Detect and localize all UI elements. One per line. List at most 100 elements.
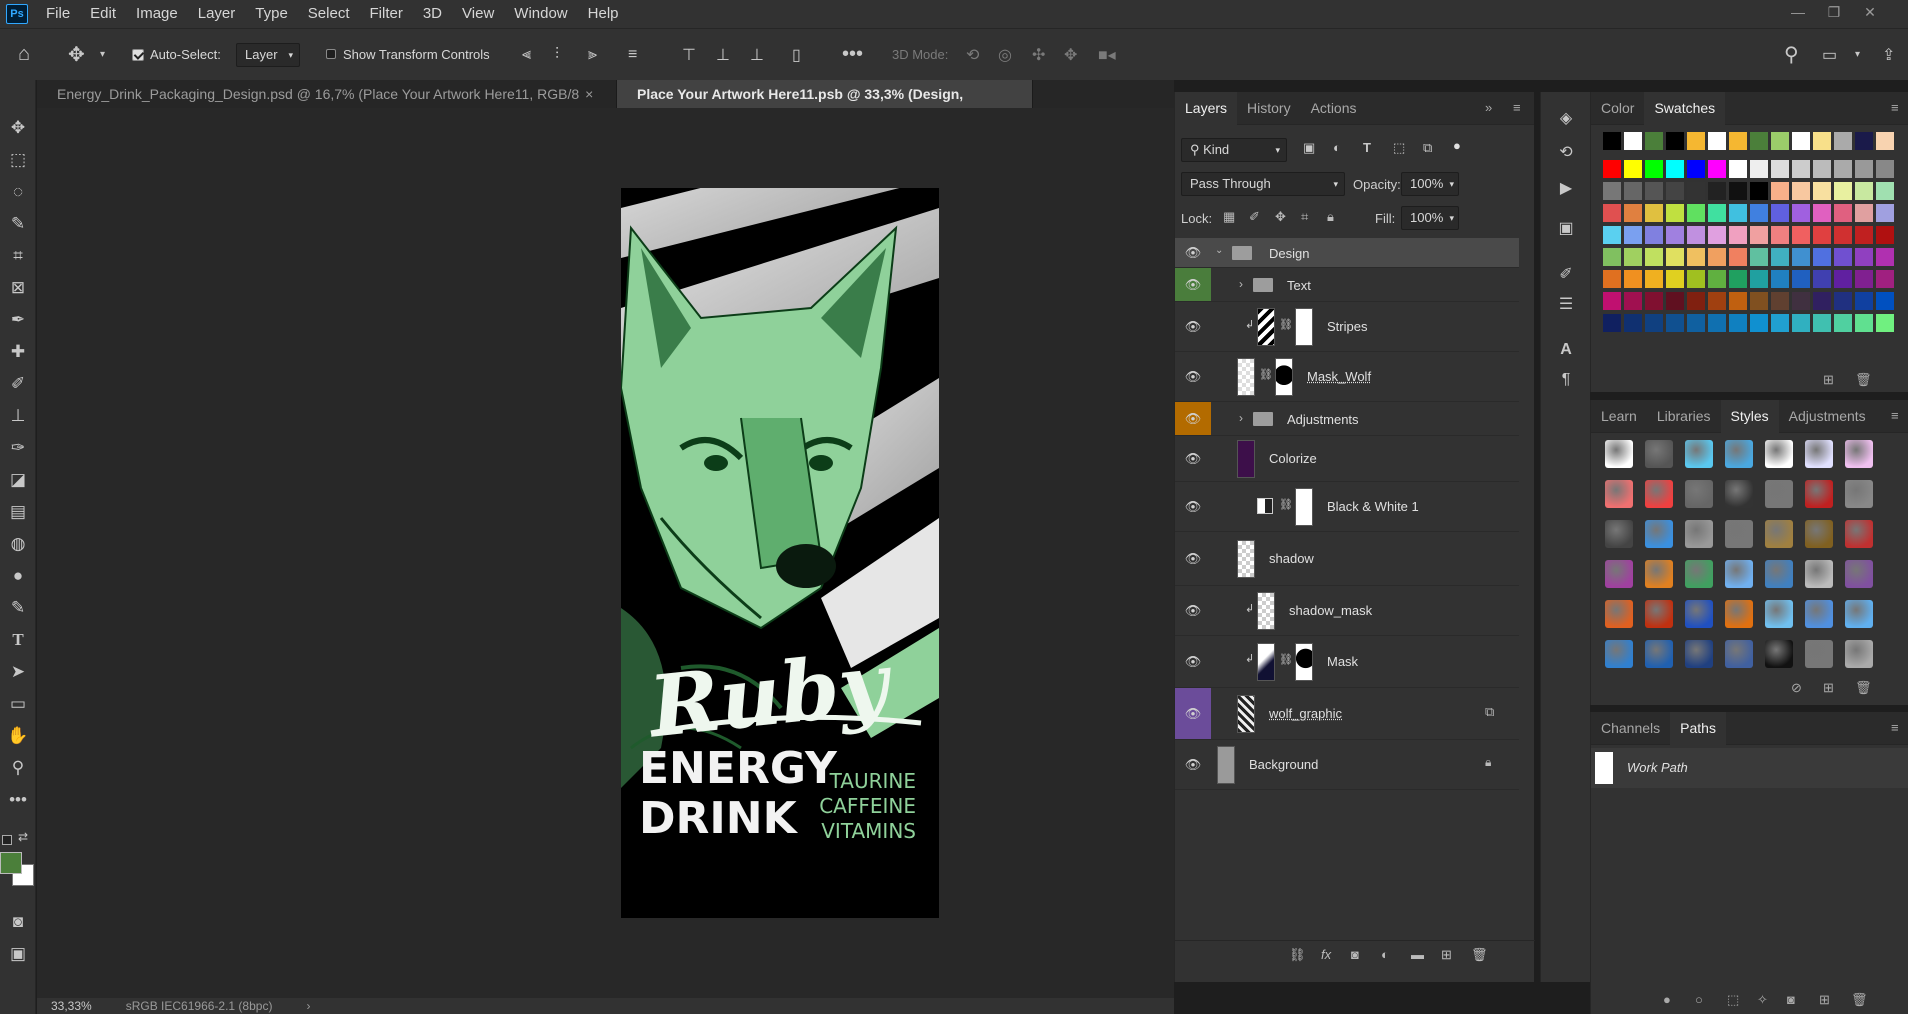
style-preset[interactable] xyxy=(1685,560,1713,588)
style-preset[interactable] xyxy=(1845,520,1873,548)
color-swatch[interactable] xyxy=(1624,248,1642,266)
color-swatch[interactable] xyxy=(1750,160,1768,178)
style-preset[interactable] xyxy=(1845,560,1873,588)
bw-adjustment-icon[interactable] xyxy=(1257,498,1273,514)
move-tool-icon[interactable]: ✥ xyxy=(68,42,85,67)
frame-icon[interactable]: ⊠ xyxy=(6,276,30,300)
eyedropper-icon[interactable]: ✒ xyxy=(6,308,30,332)
panel-menu-icon[interactable]: ≡ xyxy=(1891,408,1899,423)
color-swatch[interactable] xyxy=(1834,132,1852,150)
adjustment-layer-icon[interactable]: ◐ xyxy=(1381,947,1389,962)
mask-thumbnail[interactable] xyxy=(1295,643,1313,681)
align-left-icon[interactable]: ⫷ xyxy=(522,46,531,64)
default-colors-icon[interactable] xyxy=(2,835,12,845)
tab-swatches[interactable]: Swatches xyxy=(1644,91,1726,125)
color-swatch[interactable] xyxy=(1750,182,1768,200)
share-icon[interactable]: ⇪ xyxy=(1882,45,1895,65)
layer-thumbnail[interactable] xyxy=(1237,540,1255,578)
color-swatch[interactable] xyxy=(1771,226,1789,244)
menu-view[interactable]: View xyxy=(452,0,504,28)
color-swatch[interactable] xyxy=(1834,248,1852,266)
color-swatch[interactable] xyxy=(1687,132,1705,150)
visibility-eye-icon[interactable]: 👁︎ xyxy=(1175,238,1211,267)
visibility-eye-icon[interactable]: 👁︎ xyxy=(1175,482,1211,531)
path-row[interactable]: Work Path xyxy=(1591,748,1908,788)
pen-icon[interactable]: ✎ xyxy=(6,596,30,620)
color-swatch[interactable] xyxy=(1729,132,1747,150)
color-swatch[interactable] xyxy=(1666,160,1684,178)
color-swatch[interactable] xyxy=(1813,182,1831,200)
color-swatch[interactable] xyxy=(1666,182,1684,200)
color-swatch[interactable] xyxy=(1771,132,1789,150)
new-path-icon[interactable]: ⊞ xyxy=(1819,992,1830,1008)
style-preset[interactable] xyxy=(1765,560,1793,588)
color-swatch[interactable] xyxy=(1603,292,1621,310)
color-swatch[interactable] xyxy=(1834,292,1852,310)
filter-adjustment-icon[interactable]: ◐ xyxy=(1333,140,1341,155)
color-swatch[interactable] xyxy=(1708,314,1726,332)
distribute-vertical-icon[interactable]: ▯ xyxy=(792,45,801,65)
layer-row[interactable]: 👁︎ ↲ shadow_mask xyxy=(1175,586,1519,636)
style-preset[interactable] xyxy=(1685,640,1713,668)
color-swatch[interactable] xyxy=(1708,248,1726,266)
color-swatch[interactable] xyxy=(1750,270,1768,288)
color-swatch[interactable] xyxy=(1855,226,1873,244)
style-preset[interactable] xyxy=(1645,600,1673,628)
make-path-icon[interactable]: ✧ xyxy=(1757,992,1768,1008)
style-preset[interactable] xyxy=(1605,480,1633,508)
layer-row[interactable]: 👁︎ ⌄ Design xyxy=(1175,238,1519,268)
close-icon[interactable]: ✕ xyxy=(1852,0,1888,24)
layer-row[interactable]: 👁︎ ⛓︎ Mask_Wolf xyxy=(1175,352,1519,402)
color-swatch[interactable] xyxy=(1813,248,1831,266)
style-preset[interactable] xyxy=(1605,440,1633,468)
color-swatch[interactable] xyxy=(1792,160,1810,178)
color-swatch[interactable] xyxy=(1792,270,1810,288)
color-swatch[interactable] xyxy=(1603,226,1621,244)
opacity-input[interactable]: 100% ▾ xyxy=(1401,172,1459,196)
color-swatch[interactable] xyxy=(1813,292,1831,310)
color-swatch[interactable] xyxy=(1708,182,1726,200)
color-swatch[interactable] xyxy=(1771,204,1789,222)
style-preset[interactable] xyxy=(1805,520,1833,548)
style-preset[interactable] xyxy=(1845,640,1873,668)
brush-icon[interactable]: ✐ xyxy=(6,372,30,396)
workspace-icon[interactable]: ▭ xyxy=(1822,45,1837,65)
color-swatch[interactable] xyxy=(1792,132,1810,150)
tab-styles[interactable]: Styles xyxy=(1720,399,1779,433)
menu-select[interactable]: Select xyxy=(298,0,360,28)
tab-history[interactable]: History xyxy=(1237,92,1301,125)
move-icon[interactable]: ✥ xyxy=(6,116,30,140)
visibility-eye-icon[interactable]: 👁︎ xyxy=(1175,436,1211,481)
3d-roll-icon[interactable]: ◎ xyxy=(998,45,1012,65)
quick-mask-icon[interactable]: ◙ xyxy=(6,910,30,934)
color-swatch[interactable] xyxy=(1771,248,1789,266)
color-swatch[interactable] xyxy=(1645,160,1663,178)
color-swatch[interactable] xyxy=(1687,248,1705,266)
color-swatch[interactable] xyxy=(1666,132,1684,150)
more-options-icon[interactable]: ••• xyxy=(842,43,863,66)
color-swatch[interactable] xyxy=(1666,292,1684,310)
3d-orbit-icon[interactable]: ⟲ xyxy=(966,45,979,65)
workspace-chevron-icon[interactable]: ▾ xyxy=(1855,49,1860,60)
zoom-level[interactable]: 33,33% xyxy=(51,999,92,1013)
style-preset[interactable] xyxy=(1845,440,1873,468)
menu-window[interactable]: Window xyxy=(504,0,577,28)
color-swatch[interactable] xyxy=(1729,182,1747,200)
color-swatch[interactable] xyxy=(1708,204,1726,222)
gradient-icon[interactable]: ▤ xyxy=(6,500,30,524)
type-icon[interactable]: T xyxy=(6,628,30,652)
color-swatch[interactable] xyxy=(1645,314,1663,332)
visibility-eye-icon[interactable]: 👁︎ xyxy=(1175,532,1211,585)
3d-camera-icon[interactable]: ■◂ xyxy=(1098,45,1116,65)
color-swatch[interactable] xyxy=(1645,248,1663,266)
menu-file[interactable]: File xyxy=(36,0,80,28)
lasso-icon[interactable]: ◌ xyxy=(6,180,30,204)
align-middle-icon[interactable]: ⊥ xyxy=(716,45,730,65)
style-preset[interactable] xyxy=(1725,560,1753,588)
tab-paths[interactable]: Paths xyxy=(1670,711,1726,745)
color-swatch[interactable] xyxy=(1876,182,1894,200)
color-swatch[interactable] xyxy=(1834,204,1852,222)
color-swatch[interactable] xyxy=(1666,248,1684,266)
minimize-icon[interactable]: — xyxy=(1780,0,1816,24)
history-brush-icon[interactable]: ✑ xyxy=(6,436,30,460)
